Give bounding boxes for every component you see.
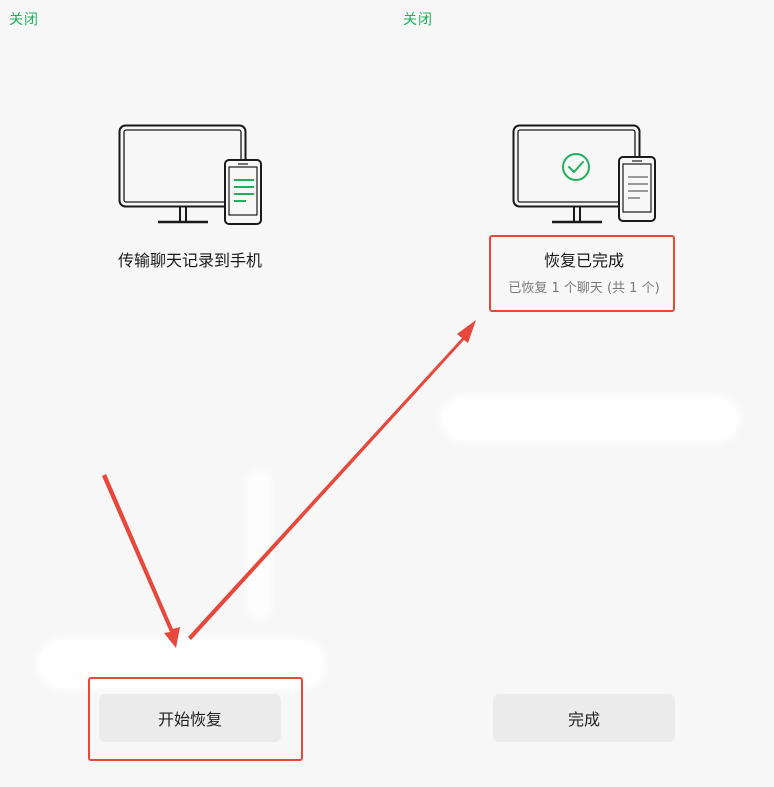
restore-complete-panel: 关闭 恢复已完成 已恢复 1 个聊天 (共 1 个) 完成 — [392, 0, 774, 787]
annotation-box-restore-complete — [489, 235, 675, 312]
close-link[interactable]: 关闭 — [403, 9, 433, 29]
blur-patch — [440, 395, 740, 443]
screenshot-canvas: 关闭 传输聊天记录到手机 开始恢复 关闭 恢复已完成 已恢复 1 个聊天 (共 … — [0, 0, 774, 787]
computer-phone-check-icon — [512, 124, 658, 232]
annotation-box-start-restore — [88, 677, 303, 761]
panel-title: 传输聊天记录到手机 — [117, 251, 262, 270]
close-link[interactable]: 关闭 — [9, 9, 39, 29]
computer-phone-transfer-icon — [118, 124, 264, 232]
blur-patch — [246, 470, 272, 620]
done-button[interactable]: 完成 — [493, 694, 675, 742]
